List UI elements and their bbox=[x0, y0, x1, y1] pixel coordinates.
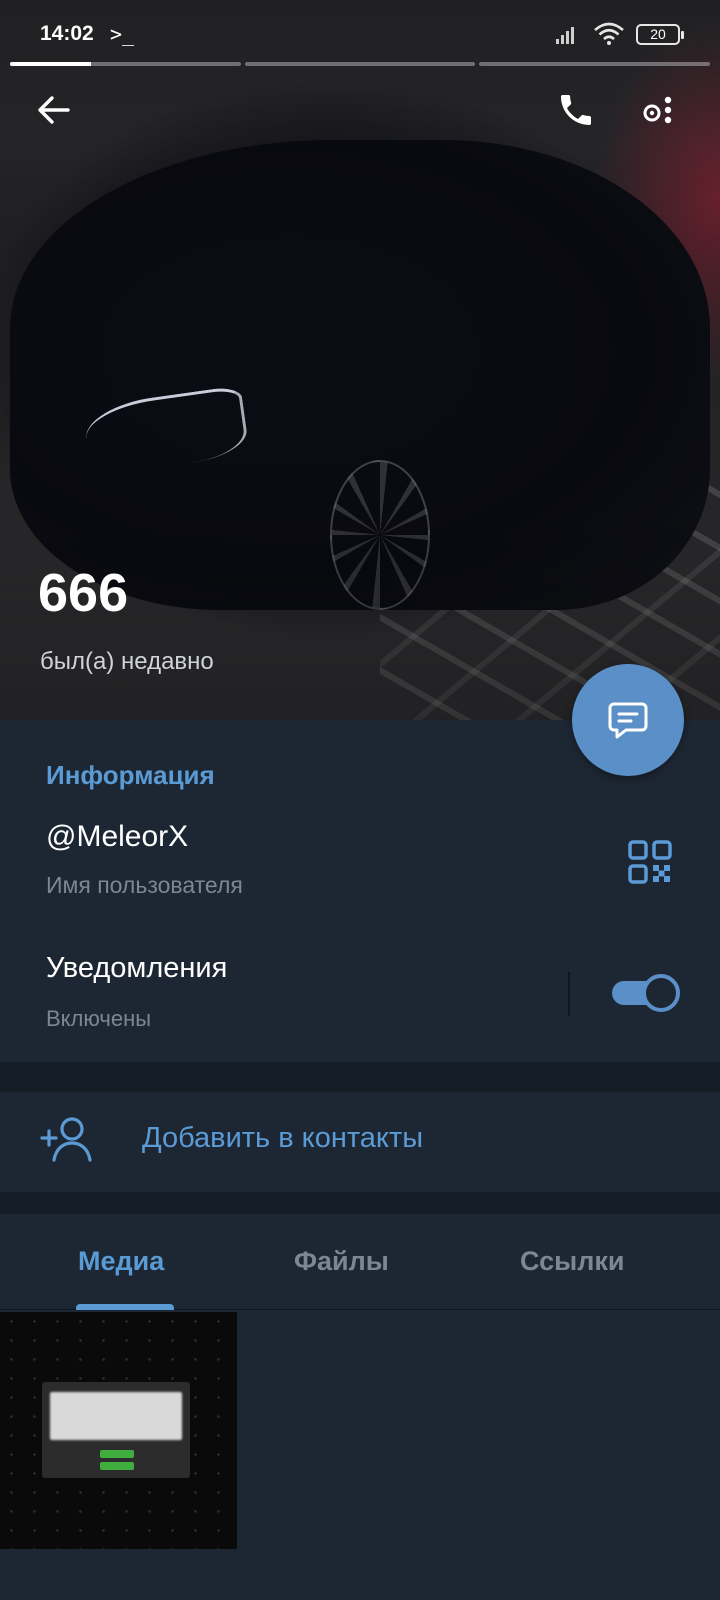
section-gap bbox=[0, 1192, 720, 1214]
add-to-contacts-button[interactable]: Добавить в контакты bbox=[0, 1092, 720, 1192]
notifications-toggle[interactable] bbox=[610, 974, 680, 1012]
username-value[interactable]: @MeleorX bbox=[46, 820, 188, 854]
tab-links[interactable]: Ссылки bbox=[520, 1246, 624, 1277]
add-to-contacts-label: Добавить в контакты bbox=[142, 1122, 424, 1154]
notifications-status: Включены bbox=[46, 1006, 152, 1031]
status-bar: 14:02 >_ 20 bbox=[0, 0, 720, 62]
terminal-icon: >_ bbox=[110, 22, 135, 46]
story-progress-segment bbox=[244, 62, 476, 66]
arrow-left-icon bbox=[38, 96, 70, 124]
phone-icon bbox=[561, 95, 591, 125]
qr-code-icon[interactable] bbox=[626, 838, 674, 886]
media-thumbnail[interactable] bbox=[0, 1312, 237, 1549]
signal-icon bbox=[556, 26, 578, 44]
notifications-title[interactable]: Уведомления bbox=[46, 952, 227, 985]
username-label: Имя пользователя bbox=[46, 872, 243, 898]
story-progress-segment bbox=[479, 62, 711, 66]
toggle-knob bbox=[642, 974, 680, 1012]
divider bbox=[568, 972, 570, 1016]
thumbnail-content bbox=[42, 1382, 190, 1478]
message-fab-button[interactable] bbox=[572, 664, 684, 776]
back-button[interactable] bbox=[30, 86, 78, 134]
more-icon bbox=[643, 96, 672, 124]
battery-icon: 20 bbox=[636, 24, 684, 45]
more-button[interactable] bbox=[634, 86, 682, 134]
media-grid bbox=[0, 1310, 720, 1600]
shared-media-tabs: Медиа Файлы Ссылки bbox=[0, 1214, 720, 1310]
add-user-icon bbox=[40, 1117, 92, 1162]
section-gap bbox=[0, 1062, 720, 1092]
profile-name: 666 bbox=[38, 563, 129, 623]
story-progress bbox=[10, 62, 711, 66]
message-icon bbox=[608, 702, 648, 739]
call-button[interactable] bbox=[552, 86, 600, 134]
status-time: 14:02 bbox=[40, 22, 94, 45]
wifi-icon bbox=[594, 22, 624, 45]
tab-media[interactable]: Медиа bbox=[78, 1246, 164, 1277]
info-section-title: Информация bbox=[46, 760, 215, 790]
story-progress-segment bbox=[10, 62, 241, 66]
profile-last-seen: был(а) недавно bbox=[40, 648, 214, 675]
tab-files[interactable]: Файлы bbox=[294, 1246, 389, 1277]
